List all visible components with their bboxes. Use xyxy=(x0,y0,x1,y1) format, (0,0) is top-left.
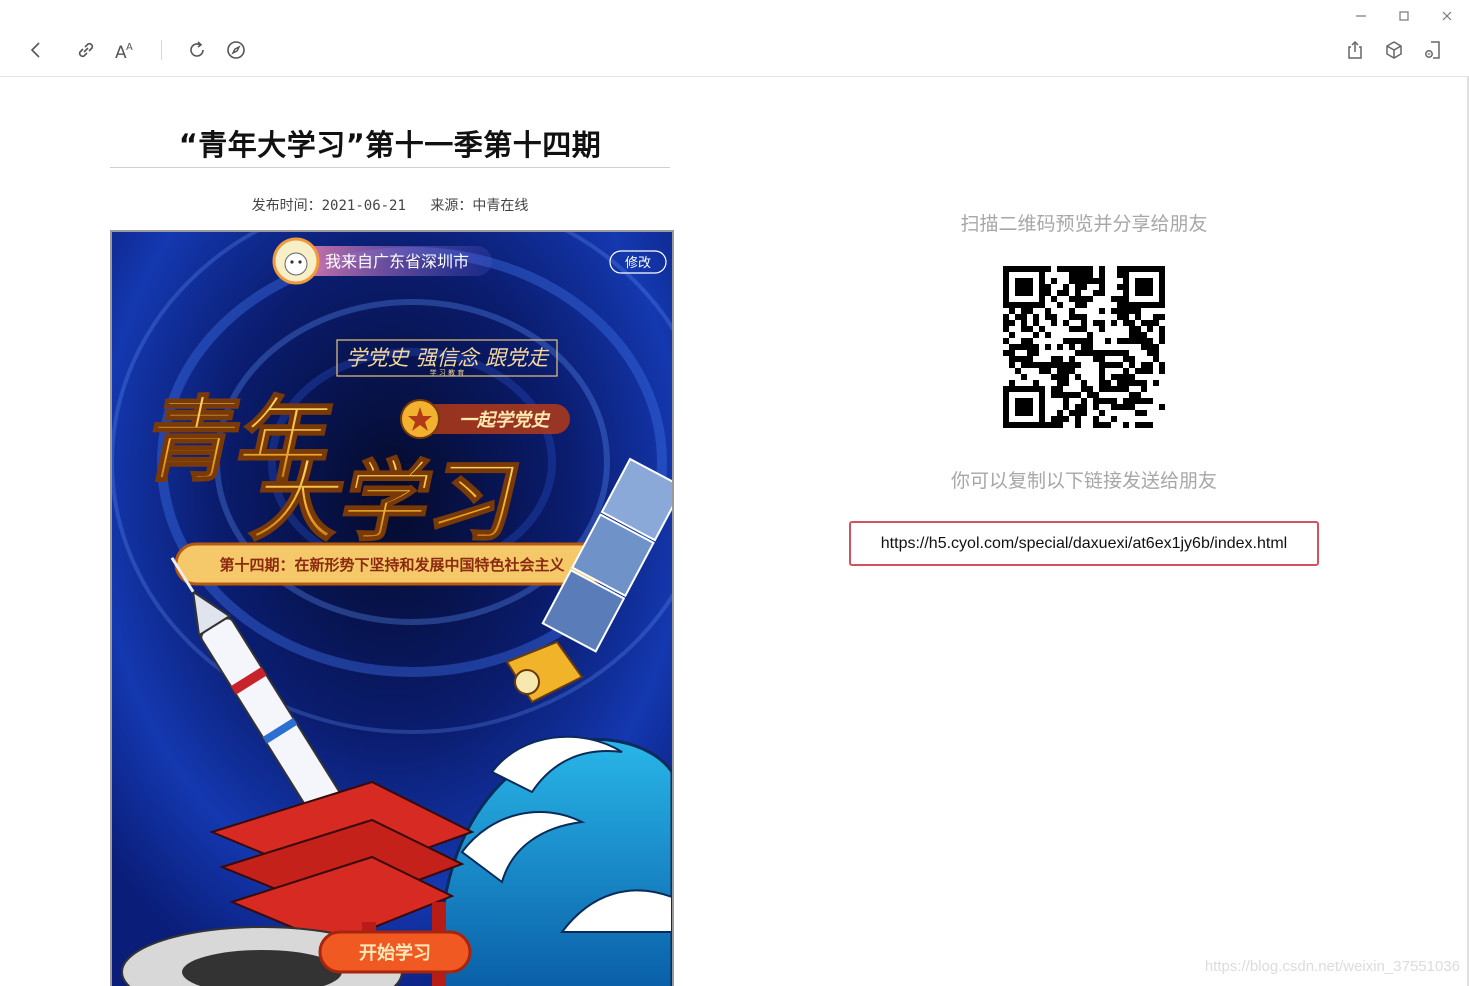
watermark: https://blog.csdn.net/weixin_37551036 xyxy=(1204,958,1460,975)
publish-date: 发布时间：2021-06-21 xyxy=(251,198,406,214)
poster-image[interactable]: 我来自广东省深圳市 修改 学党史 强信念 跟党走 学 习 教 育 青年 大学习 … xyxy=(110,230,674,986)
modify-button-label: 修改 xyxy=(625,256,651,271)
poster-slogan-sub: 学 习 教 育 xyxy=(430,368,465,377)
font-size-icon[interactable]: AA xyxy=(112,37,138,63)
svg-text:A: A xyxy=(126,42,133,53)
share-url-field[interactable]: https://h5.cyol.com/special/daxuexi/at6e… xyxy=(849,521,1319,566)
mini-program-icon[interactable] xyxy=(1420,37,1446,63)
cube-icon[interactable] xyxy=(1381,37,1407,63)
start-button-label: 开始学习 xyxy=(359,942,431,964)
link-icon[interactable] xyxy=(73,37,99,63)
qr-finder-pattern xyxy=(1123,266,1165,308)
qr-code xyxy=(1003,266,1165,428)
copy-instruction: 你可以复制以下链接发送给朋友 xyxy=(950,470,1217,492)
compass-icon[interactable] xyxy=(223,37,249,63)
qr-finder-pattern xyxy=(1003,266,1045,308)
article-source: 来源：中青在线 xyxy=(430,198,529,214)
maximize-icon[interactable] xyxy=(1394,6,1414,26)
poster-badge: 一起学党史 xyxy=(459,410,551,431)
toolbar-divider xyxy=(161,40,162,60)
close-icon[interactable] xyxy=(1437,6,1457,26)
title-divider xyxy=(110,167,670,168)
article-title: “青年大学习”第十一季第十四期 xyxy=(178,128,602,162)
article-meta: 发布时间：2021-06-21 来源：中青在线 xyxy=(110,195,670,215)
minimize-icon[interactable] xyxy=(1351,6,1371,26)
refresh-icon[interactable] xyxy=(184,37,210,63)
location-text: 我来自广东省深圳市 xyxy=(325,252,469,271)
scan-instruction: 扫描二维码预览并分享给朋友 xyxy=(960,213,1208,235)
poster-big-title-2: 大学习 xyxy=(244,450,530,553)
qr-finder-pattern xyxy=(1003,386,1045,428)
poster-episode: 第十四期：在新形势下坚持和发展中国特色社会主义 xyxy=(219,556,564,574)
poster-slogan: 学党史 强信念 跟党走 xyxy=(346,346,550,370)
back-icon[interactable] xyxy=(23,37,49,63)
share-icon[interactable] xyxy=(1342,37,1368,63)
toolbar: AA xyxy=(0,0,1469,77)
